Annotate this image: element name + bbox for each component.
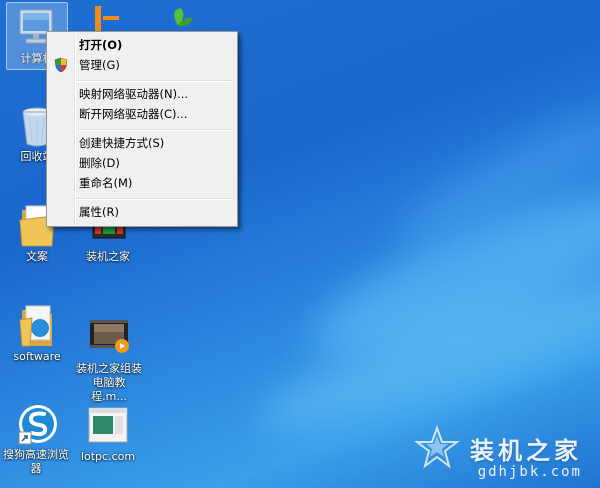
uac-shield-icon — [54, 57, 68, 73]
desktop-icon-label: 文案 — [26, 250, 48, 263]
star-icon — [414, 425, 460, 469]
watermark-url: gdhjbk.com — [477, 464, 582, 480]
menu-item-create-shortcut[interactable]: 创建快捷方式(S) — [79, 133, 164, 153]
menu-item-open[interactable]: 打开(O) — [79, 35, 122, 55]
desktop-icon-folder-software[interactable]: software — [5, 304, 69, 364]
desktop-icon-label: 装机之家 — [86, 250, 130, 263]
menu-separator — [77, 198, 234, 200]
folder-icon — [14, 304, 60, 348]
wallpaper-streak — [249, 256, 600, 454]
sogou-browser-icon — [13, 402, 59, 446]
menu-item-delete[interactable]: 删除(D) — [79, 153, 120, 173]
menu-item-map-network-drive[interactable]: 映射网络驱动器(N)... — [79, 84, 188, 104]
desktop-icon-video-file[interactable]: 装机之家组装电脑教程.m... — [76, 316, 142, 404]
wallpaper-streak — [381, 92, 600, 268]
desktop-icon-sogou-browser[interactable]: 搜狗高速浏览器 — [0, 402, 72, 476]
desktop-icon-label: 搜狗高速浏览器 — [3, 448, 69, 475]
web-shortcut-icon — [85, 404, 131, 448]
desktop-icon-label: lotpc.com — [80, 450, 136, 463]
wallpaper-streak — [296, 165, 600, 385]
menu-item-disconnect-network-drive[interactable]: 断开网络驱动器(C)... — [79, 104, 187, 124]
menu-item-manage[interactable]: 管理(G) — [79, 55, 120, 75]
menu-item-properties[interactable]: 属性(R) — [79, 202, 119, 222]
desktop-icon-lotpc[interactable]: lotpc.com — [76, 404, 140, 464]
context-menu: 打开(O) 管理(G) 映射网络驱动器(N)... 断开网络驱动器(C)... … — [46, 31, 238, 227]
watermark: 装机之家 gdhjbk.com — [414, 425, 582, 480]
video-file-icon — [86, 316, 132, 360]
desktop-icon-label: 装机之家组装电脑教程.m... — [76, 362, 142, 403]
menu-separator — [77, 129, 234, 131]
menu-item-rename[interactable]: 重命名(M) — [79, 173, 132, 193]
desktop-icon-label: software — [13, 350, 61, 363]
menu-separator — [77, 80, 234, 82]
watermark-title: 装机之家 — [470, 437, 582, 465]
